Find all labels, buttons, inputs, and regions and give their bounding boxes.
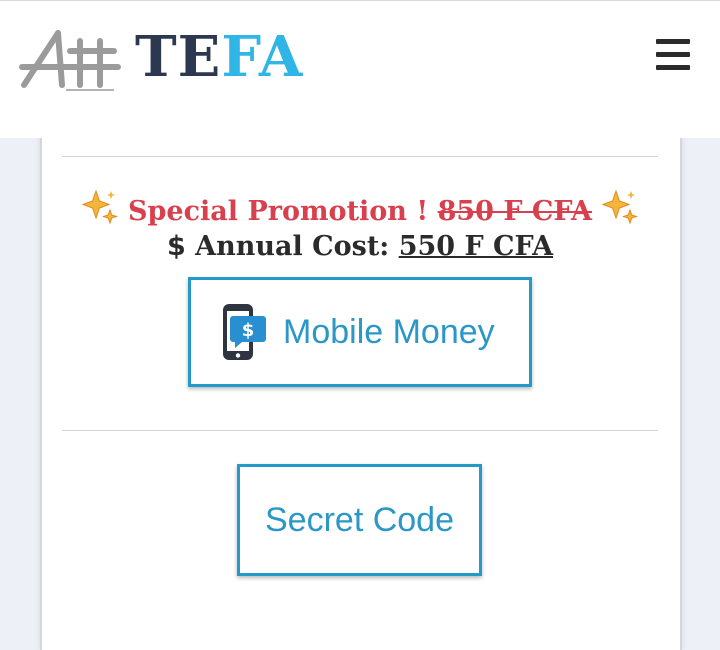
promotion-line: Special Promotion ! 850 F CFA: [0, 188, 720, 232]
brand-name-part1: TE: [135, 24, 222, 90]
mobile-money-label: Mobile Money: [283, 313, 495, 351]
current-price: 550 F CFA: [398, 231, 554, 262]
old-price: 850 F CFA: [437, 196, 592, 227]
promotion-title: Special Promotion !: [128, 196, 429, 227]
dollar-sign: $: [166, 231, 186, 262]
brand-name: TEFA: [135, 25, 303, 89]
brand-name-part2: FA: [221, 24, 304, 90]
sparkles-icon: [601, 189, 639, 225]
att-logo: [19, 30, 121, 91]
secret-code-label: Secret Code: [265, 501, 454, 539]
annual-cost-line: $ Annual Cost: 550 F CFA: [0, 228, 720, 266]
svg-text:$: $: [242, 320, 255, 341]
mobile-money-button[interactable]: $ Mobile Money: [188, 277, 532, 387]
divider-top: [62, 156, 658, 157]
divider-middle: [62, 430, 658, 431]
sparkles-icon: [81, 189, 118, 225]
mobile-payment-icon: $: [223, 304, 266, 360]
secret-code-button[interactable]: Secret Code: [237, 464, 482, 576]
hamburger-menu-icon[interactable]: [650, 35, 692, 73]
annual-cost-label: Annual Cost:: [195, 231, 390, 262]
app-header: TEFA: [0, 0, 720, 138]
